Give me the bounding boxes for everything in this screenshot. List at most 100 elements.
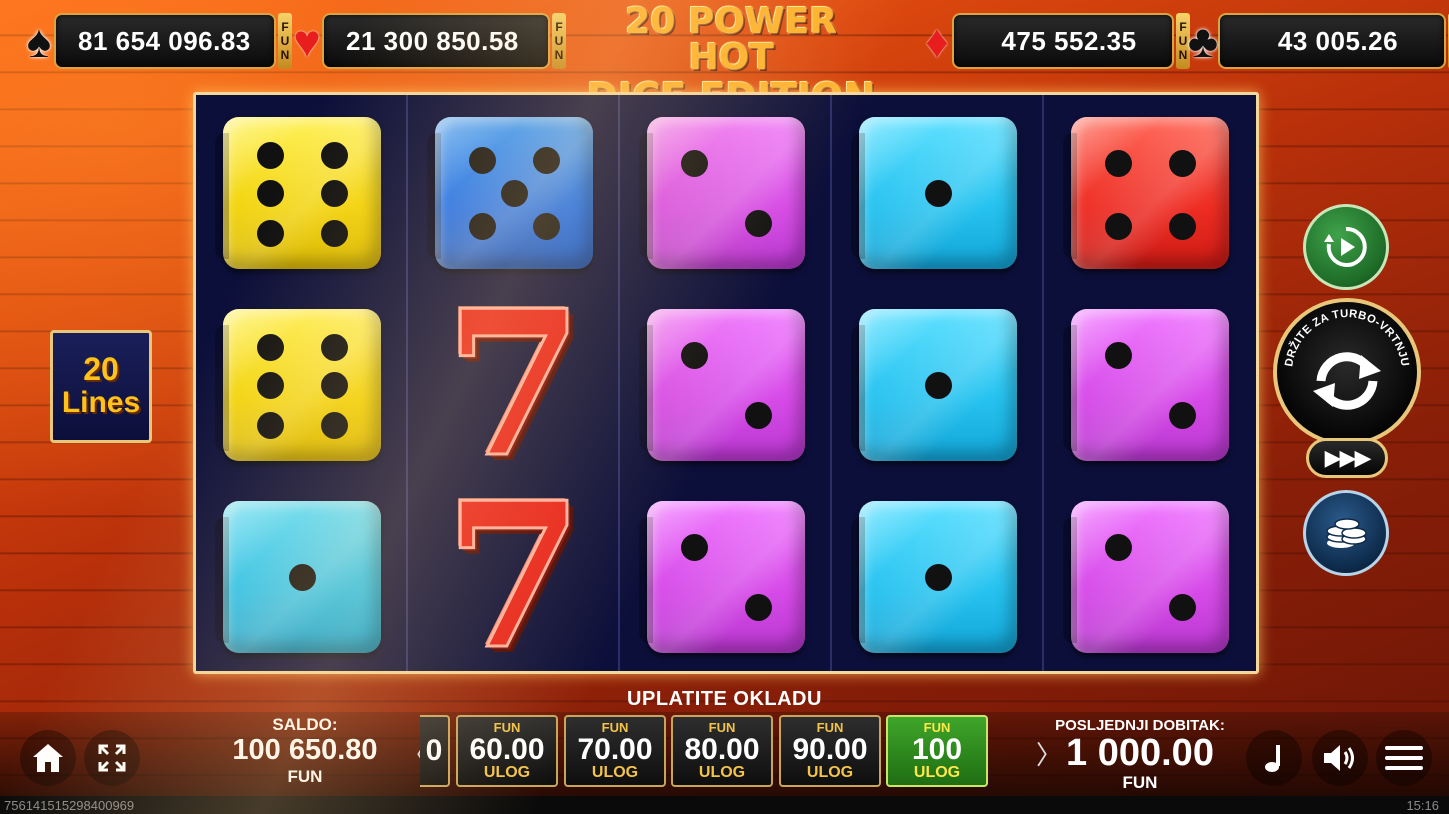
reel-cell bbox=[620, 289, 832, 481]
fullscreen-button[interactable] bbox=[84, 730, 140, 786]
purple-die-2-symbol bbox=[639, 501, 805, 653]
last-win-currency: FUN bbox=[1122, 772, 1158, 792]
reel-cell bbox=[1044, 289, 1256, 481]
die-pip bbox=[1105, 149, 1133, 177]
reel-3 bbox=[620, 95, 832, 671]
spade-icon: ♠ bbox=[26, 15, 52, 67]
reel-cell bbox=[1044, 481, 1256, 673]
sound-button[interactable] bbox=[1312, 730, 1368, 786]
die-pip bbox=[320, 142, 348, 169]
balance-currency: FUN bbox=[287, 766, 323, 786]
die-pip bbox=[925, 372, 952, 399]
reel-1 bbox=[196, 95, 408, 671]
purple-die-2-symbol bbox=[1063, 309, 1229, 461]
last-win-value: 1 000.00 bbox=[1066, 732, 1214, 774]
diamond-icon: ♦ bbox=[925, 15, 949, 67]
die-pip bbox=[925, 180, 952, 207]
die-pip bbox=[1168, 402, 1196, 430]
bet-amount: 70.00 bbox=[577, 732, 653, 766]
die-pip bbox=[320, 334, 348, 361]
bet-option-80[interactable]: FUN 80.00 ULOG bbox=[671, 715, 773, 787]
cyan-die-1-symbol bbox=[851, 501, 1017, 653]
balance-label: SALDO: bbox=[272, 715, 338, 734]
die-pip bbox=[744, 210, 772, 238]
bet-currency: FUN bbox=[493, 719, 521, 735]
menu-button[interactable] bbox=[1376, 730, 1432, 786]
die-pip bbox=[681, 149, 709, 177]
bet-amount: 80.00 bbox=[684, 732, 760, 766]
music-button[interactable] bbox=[1246, 730, 1302, 786]
bet-option-70[interactable]: FUN 70.00 ULOG bbox=[564, 715, 666, 787]
die-pip bbox=[681, 341, 709, 369]
bet-option-90[interactable]: FUN 90.00 ULOG bbox=[779, 715, 881, 787]
jackpot-heart: ♥ 21 300 850.58 FUN bbox=[282, 11, 566, 71]
autoplay-icon bbox=[1324, 226, 1367, 267]
bet-option-60[interactable]: FUN 60.00 ULOG bbox=[456, 715, 558, 787]
status-footer: 756141515298400969 15:16 bbox=[0, 796, 1449, 814]
speaker-icon bbox=[1324, 745, 1354, 771]
jackpot-currency: FUN bbox=[552, 13, 566, 69]
bet-label: ULOG bbox=[806, 764, 854, 782]
die-pip bbox=[289, 564, 316, 591]
bet-currency: FUN bbox=[923, 719, 951, 735]
reel-cell bbox=[832, 481, 1044, 673]
jackpot-value: 21 300 850.58 bbox=[322, 13, 550, 69]
autoplay-button[interactable] bbox=[1303, 204, 1389, 290]
bet-currency: FUN bbox=[816, 719, 844, 735]
bet-coins-button[interactable] bbox=[1303, 490, 1389, 576]
last-win-panel: POSLJEDNJI DOBITAK: 1 000.00 FUN bbox=[1050, 717, 1230, 793]
svg-text:DRŽITE ZA TURBO-VRTNJU: DRŽITE ZA TURBO-VRTNJU bbox=[1283, 308, 1410, 367]
reel-cell bbox=[1044, 97, 1256, 289]
die-pip bbox=[320, 411, 348, 439]
jackpot-value: 43 005.26 bbox=[1218, 13, 1446, 69]
game-title-line1: 20 POWER HOT bbox=[625, 1, 837, 78]
reel-cell bbox=[620, 481, 832, 673]
turbo-button[interactable]: ▶▶▶ bbox=[1306, 438, 1388, 478]
lines-badge: 20 Lines bbox=[50, 330, 152, 443]
die-pip bbox=[1105, 341, 1133, 369]
die-pip bbox=[532, 213, 560, 241]
heart-icon: ♥ bbox=[293, 15, 321, 67]
die-pip bbox=[681, 533, 709, 561]
die-pip bbox=[1168, 594, 1196, 622]
seven-symbol: 7 bbox=[443, 267, 585, 502]
purple-die-2-symbol bbox=[1063, 501, 1229, 653]
bet-label: ULOG bbox=[913, 764, 961, 782]
jackpot-value: 81 654 096.83 bbox=[54, 13, 276, 69]
bet-option-partial[interactable]: 0 bbox=[420, 715, 450, 787]
spin-button[interactable]: DRŽITE ZA TURBO-VRTNJU bbox=[1273, 298, 1421, 446]
balance-value: 100 650.80 bbox=[232, 734, 378, 766]
die-pip bbox=[501, 180, 528, 207]
session-id: 756141515298400969 bbox=[4, 797, 135, 813]
die-pip bbox=[320, 372, 348, 399]
reel-2: 77 bbox=[408, 95, 620, 678]
yellow-die-6-symbol bbox=[215, 309, 381, 461]
bet-option-100-selected[interactable]: FUN 100 ULOG bbox=[886, 715, 988, 787]
reel-cell bbox=[196, 289, 408, 481]
die-pip bbox=[257, 411, 285, 439]
hamburger-menu-icon bbox=[1385, 746, 1423, 770]
jackpot-diamond: ♦ 475 552.35 FUN bbox=[912, 11, 1190, 71]
reel-cell: 7 bbox=[408, 475, 620, 678]
bet-amount: 0 bbox=[425, 734, 443, 768]
reel-4 bbox=[832, 95, 1044, 671]
bet-amount: 60.00 bbox=[469, 732, 545, 766]
reels-grid: 77 bbox=[193, 92, 1259, 678]
bet-label: ULOG bbox=[591, 764, 639, 782]
die-pip bbox=[469, 146, 497, 174]
bet-label: ULOG bbox=[483, 764, 531, 782]
reel-cell bbox=[620, 97, 832, 289]
fullscreen-icon bbox=[98, 744, 126, 772]
purple-die-2-symbol bbox=[639, 117, 805, 269]
home-icon bbox=[33, 744, 63, 772]
jackpot-value: 475 552.35 bbox=[952, 13, 1174, 69]
bet-currency: FUN bbox=[708, 719, 736, 735]
bet-amount: 100 bbox=[911, 732, 963, 766]
music-note-icon bbox=[1265, 745, 1280, 772]
home-button[interactable] bbox=[20, 730, 76, 786]
bet-currency: FUN bbox=[601, 719, 629, 735]
die-pip bbox=[925, 564, 952, 591]
jackpot-spade: ♠ 81 654 096.83 FUN bbox=[14, 11, 292, 71]
reel-cell bbox=[408, 97, 620, 289]
blue-die-5-symbol bbox=[427, 117, 593, 269]
